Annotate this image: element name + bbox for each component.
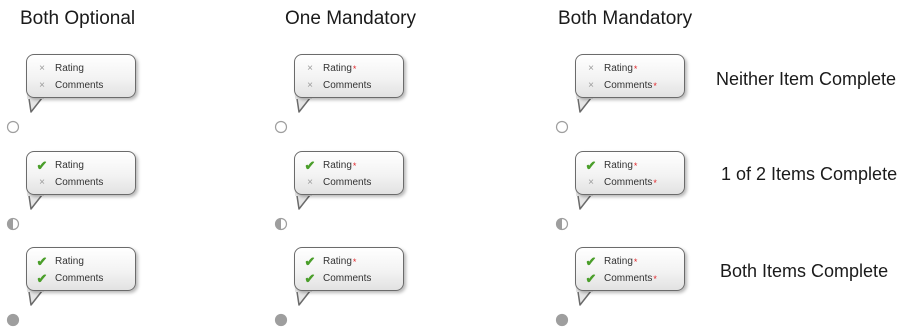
comments-item: × Comments [35, 175, 135, 190]
x-icon: × [588, 177, 594, 188]
speech-bubble: ✔ Rating * × Comments * [575, 151, 685, 195]
x-icon: × [307, 63, 313, 74]
bubble-cell: ✔ Rating * × Comments [274, 151, 424, 233]
column-header-both-mandatory: Both Mandatory [558, 8, 693, 29]
comments-item: × Comments * [584, 78, 684, 93]
rating-item: × Rating * [584, 61, 684, 76]
comments-label: Comments [604, 177, 653, 188]
checkmark-icon: ✔ [585, 271, 597, 286]
x-icon: × [39, 177, 45, 188]
x-icon: × [39, 63, 45, 74]
rating-label: Rating [55, 160, 84, 171]
rating-label: Rating [604, 160, 633, 171]
rating-item: × Rating * [303, 61, 403, 76]
x-icon: × [307, 177, 313, 188]
row-label-neither-complete: Neither Item Complete [716, 69, 897, 89]
bubble-cell: ✔ Rating * ✔ Comments * [555, 247, 705, 329]
rating-label: Rating [55, 256, 84, 267]
row-label-one-complete: 1 of 2 Items Complete [721, 164, 898, 184]
comments-label: Comments [604, 80, 653, 91]
rating-label: Rating [604, 63, 633, 74]
comments-item: ✔ Comments * [585, 271, 657, 286]
x-icon: × [588, 80, 594, 91]
column-header-both-optional: Both Optional [20, 8, 136, 29]
speech-bubble: ✔ Rating ✔ Comments [26, 247, 136, 291]
rating-item: ✔ Rating [35, 254, 135, 269]
comments-item: × Comments * [584, 175, 684, 190]
bubble-cell: ✔ Rating * × Comments * [555, 151, 705, 233]
rating-item: ✔ Rating * [585, 254, 638, 269]
comments-label: Comments [323, 273, 372, 284]
rating-label: Rating [323, 63, 352, 74]
rating-label: Rating [323, 160, 352, 171]
rating-label: Rating [323, 256, 352, 267]
bubble-cell: ✔ Rating ✔ Comments [6, 247, 156, 329]
x-icon: × [588, 63, 594, 74]
comments-item: ✔ Comments [303, 271, 403, 286]
checkmark-icon: ✔ [304, 254, 316, 269]
rating-label: Rating [604, 256, 633, 267]
comments-item: × Comments [35, 78, 135, 93]
comments-label: Comments [323, 177, 372, 188]
rating-item: ✔ Rating * [585, 158, 638, 173]
bubble-cell: × Rating * × Comments * [555, 54, 705, 136]
row-label-both-complete: Both Items Complete [720, 261, 889, 281]
comments-label: Comments [55, 80, 104, 91]
bubble-cell: × Rating × Comments [6, 54, 156, 136]
comments-label: Comments [55, 177, 104, 188]
rating-item: × Rating [35, 61, 135, 76]
speech-bubble: × Rating × Comments [26, 54, 136, 98]
bubble-cell: × Rating * × Comments [274, 54, 424, 136]
bubble-cell: ✔ Rating * ✔ Comments [274, 247, 424, 329]
comments-item: ✔ Comments [35, 271, 135, 286]
speech-bubble: × Rating * × Comments * [575, 54, 685, 98]
rating-item: ✔ Rating [35, 158, 135, 173]
speech-bubble: ✔ Rating * ✔ Comments * [575, 247, 685, 291]
comments-label: Comments [604, 273, 653, 284]
rating-item: ✔ Rating * [304, 254, 357, 269]
checkmark-icon: ✔ [304, 158, 316, 173]
checkmark-icon: ✔ [304, 271, 316, 286]
speech-bubble: ✔ Rating * × Comments [294, 151, 404, 195]
speech-bubble: ✔ Rating × Comments [26, 151, 136, 195]
rating-item: ✔ Rating * [304, 158, 357, 173]
comments-label: Comments [55, 273, 104, 284]
column-header-one-mandatory: One Mandatory [285, 8, 416, 29]
comments-item: × Comments [303, 175, 403, 190]
x-icon: × [39, 80, 45, 91]
speech-bubble: ✔ Rating * ✔ Comments [294, 247, 404, 291]
checkmark-icon: ✔ [585, 254, 597, 269]
comments-item: × Comments [303, 78, 403, 93]
checkmark-icon: ✔ [36, 158, 48, 173]
checkmark-icon: ✔ [585, 158, 597, 173]
checkmark-icon: ✔ [36, 254, 48, 269]
checkmark-icon: ✔ [36, 271, 48, 286]
comments-label: Comments [323, 80, 372, 91]
x-icon: × [307, 80, 313, 91]
bubble-cell: ✔ Rating × Comments [6, 151, 156, 233]
rating-label: Rating [55, 63, 84, 74]
speech-bubble: × Rating * × Comments [294, 54, 404, 98]
